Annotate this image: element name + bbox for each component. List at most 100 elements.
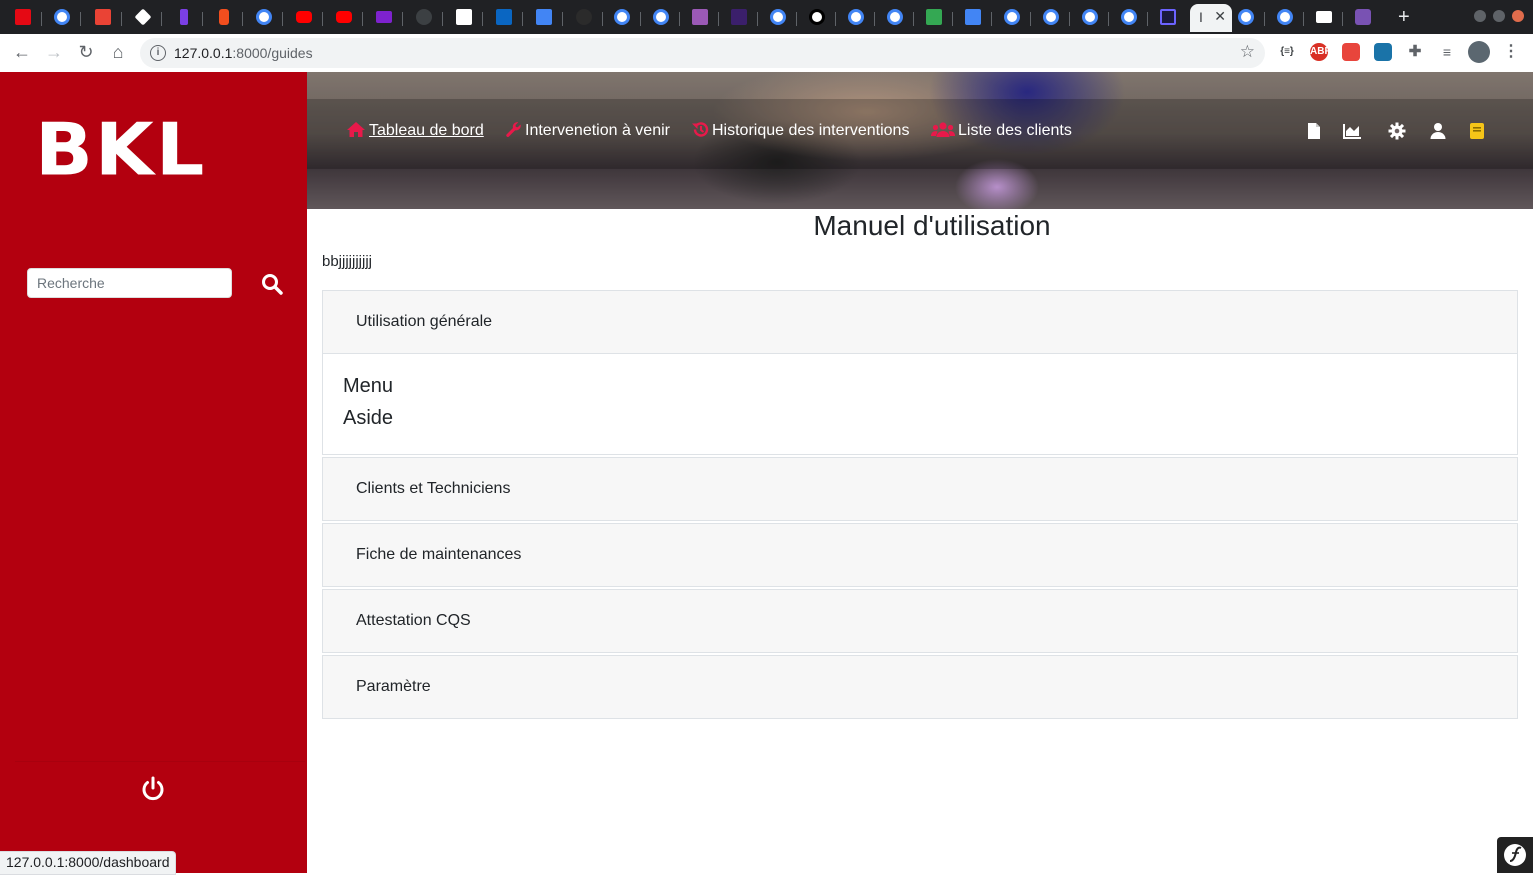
maximize-window-button[interactable] [1493, 10, 1505, 22]
browser-tab[interactable] [445, 4, 483, 32]
home-browser-icon[interactable]: ⌂ [106, 40, 130, 64]
google-icon [1121, 9, 1137, 25]
nav-liste-des-clients[interactable]: Liste des clients [930, 121, 1072, 143]
browser-tab[interactable] [1227, 4, 1265, 32]
browser-tab[interactable] [1149, 4, 1187, 32]
google-icon [887, 9, 903, 25]
site-info-icon[interactable]: i [150, 45, 166, 61]
google-icon [1238, 9, 1254, 25]
browser-tab[interactable] [837, 4, 875, 32]
browser-tab[interactable] [205, 4, 243, 32]
bkl-logo[interactable]: BKL [35, 113, 206, 185]
browser-tab[interactable] [876, 4, 914, 32]
browser-tab[interactable] [365, 4, 403, 32]
new-tab-button[interactable]: + [1398, 6, 1410, 29]
browser-tab[interactable] [565, 4, 603, 32]
accordion-header[interactable]: Fiche de maintenances [323, 524, 1517, 586]
book-icon[interactable] [1469, 122, 1485, 140]
browser-tab[interactable] [325, 4, 363, 32]
browser-tab[interactable] [798, 4, 836, 32]
analytics-icon [536, 9, 552, 25]
browser-tab[interactable] [4, 4, 42, 32]
symfony-icon [1504, 844, 1526, 866]
address-url[interactable]: 127.0.0.1:8000/guides [174, 45, 313, 61]
nav-tableau-de-bord[interactable]: Tableau de bord [346, 121, 484, 143]
browser-tab[interactable] [681, 4, 719, 32]
guide-topic-aside[interactable]: Aside [343, 402, 1497, 434]
h-letter-icon [692, 9, 708, 25]
browser-tab[interactable] [1110, 4, 1148, 32]
google-icon [1043, 9, 1059, 25]
reload-icon[interactable]: ↻ [74, 40, 98, 64]
browser-tab[interactable] [405, 4, 443, 32]
browser-tab[interactable] [642, 4, 680, 32]
browser-tab[interactable] [1032, 4, 1070, 32]
forward-arrow-icon[interactable]: → [42, 40, 66, 64]
browser-tab[interactable] [1305, 4, 1343, 32]
google-icon [770, 9, 786, 25]
gear-icon[interactable] [1388, 122, 1406, 140]
shield-extension-icon[interactable] [1342, 43, 1360, 61]
back-arrow-icon[interactable]: ← [10, 40, 34, 64]
browser-tab[interactable] [993, 4, 1031, 32]
close-window-button[interactable] [1512, 10, 1524, 22]
browser-tab[interactable] [485, 4, 523, 32]
accordion-header[interactable]: Paramètre [323, 656, 1517, 718]
header-banner [307, 72, 1533, 209]
browser-tab[interactable] [720, 4, 758, 32]
browser-tab-active[interactable]: I ✕ [1190, 4, 1232, 32]
diamond-icon [134, 8, 152, 26]
browser-tab[interactable] [603, 4, 641, 32]
browser-menu-icon[interactable]: ⋮ [1502, 43, 1520, 61]
accordion-item-clients-techniciens: Clients et Techniciens [322, 457, 1518, 521]
browser-tab[interactable] [915, 4, 953, 32]
status-bar-url: 127.0.0.1:8000/dashboard [0, 851, 177, 875]
browser-tab[interactable] [285, 4, 323, 32]
accordion-header[interactable]: Attestation CQS [323, 590, 1517, 652]
accordion-header[interactable]: Clients et Techniciens [323, 458, 1517, 520]
browser-tab[interactable] [1071, 4, 1109, 32]
google-icon [1082, 9, 1098, 25]
browser-tab[interactable] [245, 4, 283, 32]
json-extension-icon[interactable]: {≡} [1278, 43, 1296, 61]
close-tab-icon[interactable]: ✕ [1214, 8, 1226, 25]
browser-tab[interactable] [759, 4, 797, 32]
symfony-toolbar-toggle[interactable] [1497, 837, 1533, 873]
google-icon [848, 9, 864, 25]
media-control-icon[interactable]: ≡ [1438, 43, 1456, 61]
flag-icon [1316, 11, 1332, 23]
search-icon[interactable] [260, 272, 284, 296]
browser-toolbar: ← → ↻ ⌂ i 127.0.0.1:8000/guides ☆ {≡} AB… [0, 34, 1533, 73]
guide-topic-menu[interactable]: Menu [343, 370, 1497, 402]
search-input[interactable] [27, 268, 232, 298]
file-icon[interactable] [1305, 122, 1323, 140]
address-bar[interactable]: i 127.0.0.1:8000/guides ☆ [140, 38, 1265, 68]
accordion-item-utilisation-generale: Utilisation générale Menu Aside [322, 290, 1518, 455]
profile-avatar[interactable] [1468, 41, 1490, 63]
page-title: Manuel d'utilisation [813, 210, 1051, 241]
accordion-item-attestation-cqs: Attestation CQS [322, 589, 1518, 653]
google-icon [653, 9, 669, 25]
browser-tab[interactable] [43, 4, 81, 32]
browser-tab[interactable] [84, 4, 122, 32]
accordion-header[interactable]: Utilisation générale [323, 291, 1517, 353]
nav-intervention-a-venir[interactable]: Intervenetion à venir [505, 121, 670, 143]
browser-tab-strip: I ✕ + [0, 0, 1533, 34]
browser-tab[interactable] [124, 4, 162, 32]
users-icon [930, 122, 956, 137]
puzzle-extensions-icon[interactable]: ✚ [1406, 43, 1424, 61]
user-icon[interactable] [1429, 122, 1447, 140]
minimize-window-button[interactable] [1474, 10, 1486, 22]
c-extension-icon[interactable] [1374, 43, 1392, 61]
chart-area-icon[interactable] [1342, 122, 1362, 140]
nav-historique-interventions[interactable]: Historique des interventions [691, 121, 909, 143]
google-icon [614, 9, 630, 25]
bookmark-star-icon[interactable]: ☆ [1240, 42, 1255, 62]
browser-tab[interactable] [1344, 4, 1382, 32]
browser-tab[interactable] [525, 4, 563, 32]
browser-tab[interactable] [1266, 4, 1304, 32]
browser-tab[interactable] [954, 4, 992, 32]
adblock-icon[interactable]: ABP [1310, 43, 1331, 61]
browser-tab[interactable] [165, 4, 203, 32]
power-icon[interactable] [139, 775, 167, 803]
